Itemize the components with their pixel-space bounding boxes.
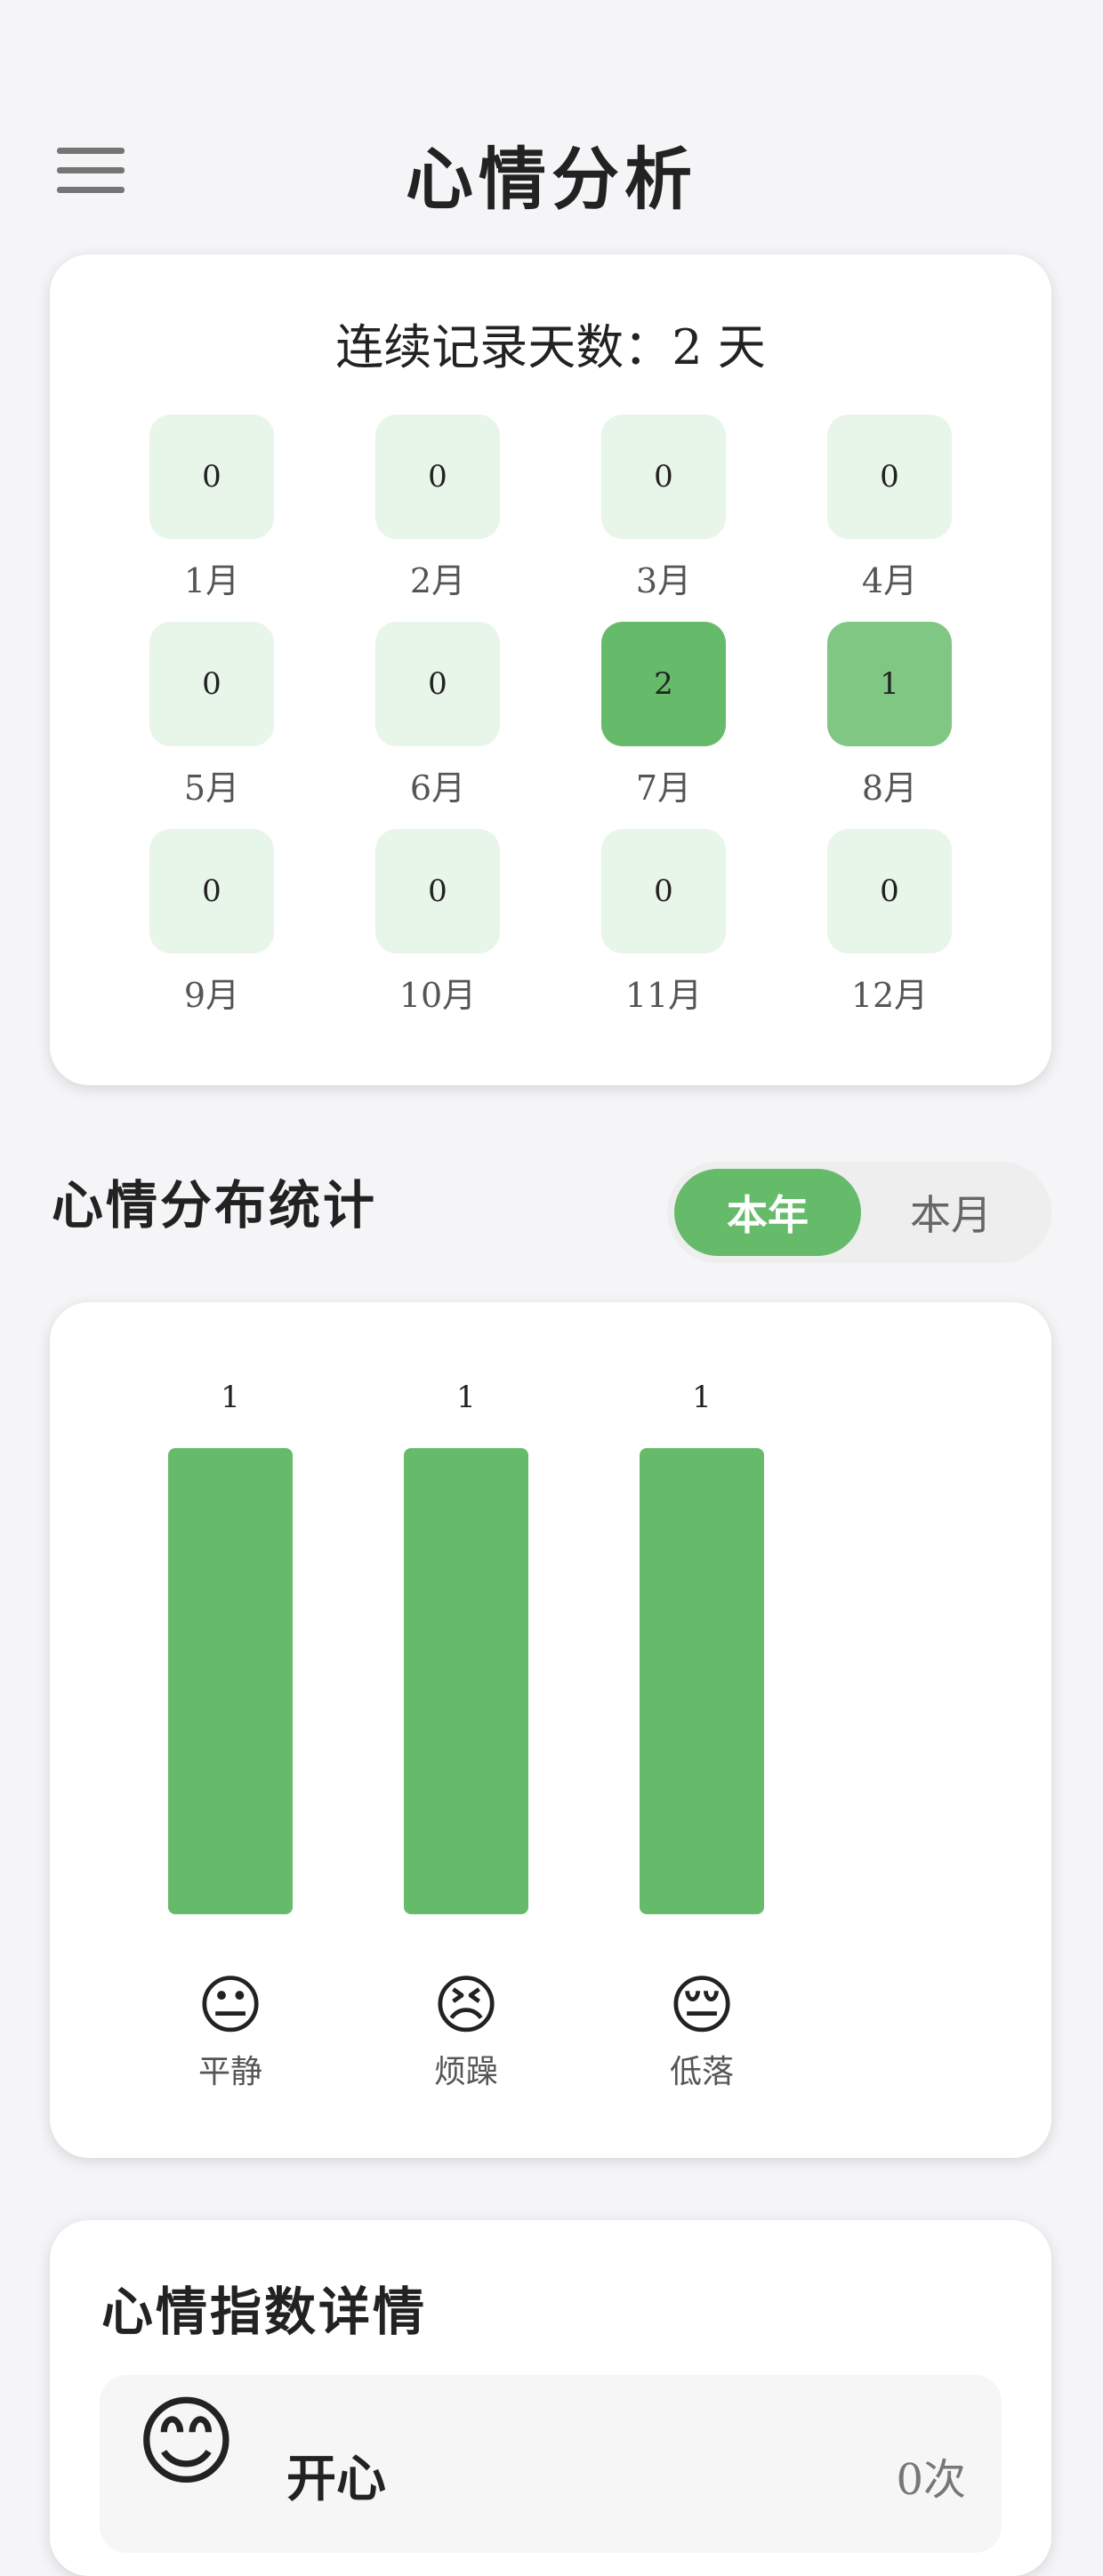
month-label: 9月	[183, 976, 240, 1015]
mood-emoji-icon: 😔	[668, 1968, 736, 2042]
month-count-box: 2	[601, 622, 726, 746]
bar-烦躁	[404, 1448, 528, 1914]
month-count-box: 0	[149, 622, 274, 746]
mood-emoji-icon: 😣	[432, 1968, 500, 2042]
month-count-box: 0	[601, 829, 726, 954]
month-cell[interactable]: 0 10月	[375, 829, 500, 1036]
app-header: 心情分析	[0, 0, 1103, 222]
month-label: 4月	[861, 561, 918, 600]
month-cell[interactable]: 0 12月	[827, 829, 952, 1036]
page-title: 心情分析	[406, 140, 697, 219]
month-cell[interactable]: 0 2月	[375, 415, 500, 622]
mood-detail-card: 心情指数详情 😊 开心 0次	[50, 2220, 1051, 2576]
month-cell[interactable]: 2 7月	[601, 622, 726, 829]
month-count-box: 1	[827, 622, 952, 746]
month-count-box: 0	[827, 415, 952, 539]
mood-category-label: 平静	[197, 2054, 262, 2090]
month-count-box: 0	[601, 415, 726, 539]
bar-value-label: 1	[221, 1380, 240, 1415]
month-count-box: 0	[827, 829, 952, 954]
month-label: 8月	[861, 769, 918, 808]
month-cell[interactable]: 0 1月	[149, 415, 274, 622]
streak-card: 连续记录天数：2 天 0 1月 0 2月 0 3月 0 4月 0 5月 0 6月 2 7月 1 8月 0 9月 0 1…	[50, 254, 1051, 1085]
month-count-box: 0	[375, 622, 500, 746]
month-cell[interactable]: 0 3月	[601, 415, 726, 622]
mood-category-label: 烦躁	[433, 2054, 498, 2090]
mood-distribution-chart: 1 1 1 😐 平静 😣 烦躁 😔 低落	[50, 1302, 1051, 2158]
month-label: 1月	[183, 561, 240, 600]
month-cell[interactable]: 0 9月	[149, 829, 274, 1036]
mood-category-label: 低落	[669, 2054, 734, 2090]
mood-category: 😔 低落	[626, 1968, 777, 2092]
bar-value-label: 1	[692, 1380, 712, 1415]
mood-category: 😐 平静	[155, 1968, 306, 2092]
month-cell[interactable]: 0 11月	[601, 829, 726, 1036]
month-count-box: 0	[149, 829, 274, 954]
month-cell[interactable]: 0 6月	[375, 622, 500, 829]
period-toggle: 本年 本月	[667, 1162, 1051, 1263]
bar-平静	[168, 1448, 293, 1914]
month-label: 6月	[409, 769, 466, 808]
month-label: 11月	[624, 976, 703, 1015]
month-label: 2月	[409, 561, 466, 600]
mood-emoji-icon: 😐	[197, 1968, 264, 2042]
toggle-this-month[interactable]: 本月	[857, 1169, 1044, 1256]
detail-section-title: 心情指数详情	[101, 2282, 428, 2342]
month-count-box: 0	[149, 415, 274, 539]
month-cell[interactable]: 0 4月	[827, 415, 952, 622]
month-cell[interactable]: 0 5月	[149, 622, 274, 829]
happy-emoji-icon: 😊	[135, 2385, 238, 2499]
toggle-this-year[interactable]: 本年	[674, 1169, 861, 1256]
month-count-box: 0	[375, 829, 500, 954]
month-label: 3月	[635, 561, 692, 600]
distribution-section-title: 心情分布统计	[52, 1175, 378, 1236]
month-label: 5月	[183, 769, 240, 808]
month-cell[interactable]: 1 8月	[827, 622, 952, 829]
bar-value-label: 1	[456, 1380, 476, 1415]
mood-name: 开心	[286, 2451, 386, 2508]
mood-detail-row[interactable]: 😊 开心 0次	[100, 2375, 1002, 2553]
month-label: 10月	[399, 976, 477, 1015]
month-grid: 0 1月 0 2月 0 3月 0 4月 0 5月 0 6月 2 7月 1 8月 0 9月 0 10月 0 11月 0 12月	[149, 415, 952, 1036]
bar-低落	[640, 1448, 764, 1914]
mood-count: 0次	[896, 2455, 966, 2505]
month-label: 12月	[850, 976, 929, 1015]
month-count-box: 0	[375, 415, 500, 539]
mood-category: 😣 烦躁	[390, 1968, 542, 2092]
month-label: 7月	[635, 769, 692, 808]
streak-days-text: 连续记录天数：2 天	[335, 319, 766, 375]
